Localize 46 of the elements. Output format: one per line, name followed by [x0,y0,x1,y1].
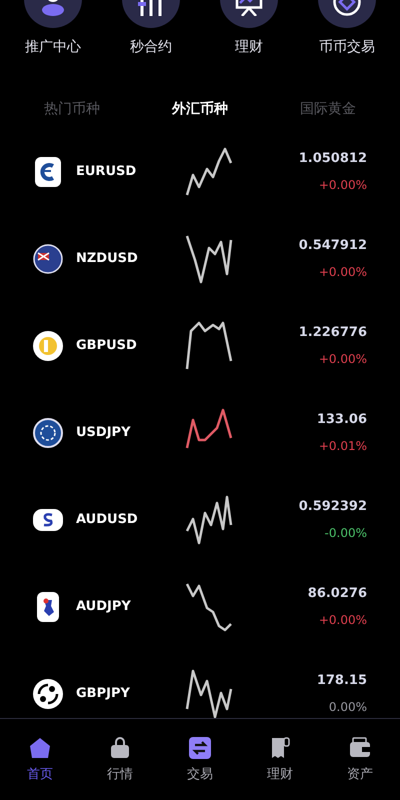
wallet-icon [349,736,371,758]
bag-icon [109,736,131,758]
price: 133.06 [316,412,367,427]
sparkline [185,146,233,196]
flag-icon [33,244,63,274]
price: 0.547912 [298,238,367,253]
price: 1.050812 [298,151,367,166]
sparkline [185,320,233,370]
change-percent: +0.01% [318,439,367,453]
receipt-icon [269,736,291,758]
change-percent: +0.00% [318,613,367,627]
pair-name[interactable]: GBPJPY [76,686,176,701]
pair-name[interactable]: AUDUSD [76,512,176,527]
sparkline [185,668,233,718]
pair-name[interactable]: USDJPY [76,425,176,440]
price: 86.0276 [308,586,367,601]
change-percent: +0.00% [318,352,367,366]
pair-name[interactable]: GBPUSD [76,338,176,353]
change-percent: +0.00% [318,178,367,192]
sparkline [185,494,233,544]
nav-tab[interactable]: 交易 [170,736,230,782]
menu-label[interactable]: 理财 [235,38,263,56]
sparkline [185,234,233,284]
price: 178.15 [316,673,367,688]
nav-tab[interactable]: 资产 [330,736,390,782]
sparkline [185,582,233,632]
home-icon [29,736,51,758]
nav-tab[interactable]: 首页 [10,736,70,782]
nav-tab[interactable]: 行情 [90,736,150,782]
pair-name[interactable]: NZDUSD [76,251,176,266]
menu-label[interactable]: 秒合约 [130,38,172,56]
change-percent: +0.00% [318,265,367,279]
swap-icon [189,736,211,758]
globe-icon [33,418,63,448]
price: 1.226776 [298,325,367,340]
change-percent: -0.00% [324,526,367,540]
change-percent: 0.00% [328,700,367,714]
exchange-icon [33,678,63,708]
menu-label[interactable]: 币币交易 [319,38,375,56]
menu-label[interactable]: 推广中心 [25,38,81,56]
price: 0.592392 [298,499,367,514]
pair-name[interactable]: EURUSD [76,164,176,179]
pair-name[interactable]: AUDJPY [76,599,176,614]
market-tab[interactable]: 外汇币种 [172,98,228,120]
euro-icon [33,156,63,186]
nav-tab[interactable]: 理财 [250,736,310,782]
